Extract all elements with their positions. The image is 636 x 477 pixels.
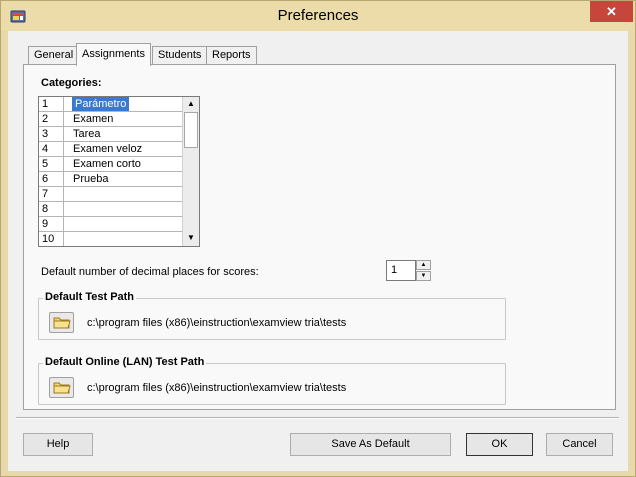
row-number: 10	[39, 232, 64, 246]
table-row[interactable]: 5 Examen corto	[39, 157, 184, 172]
help-button[interactable]: Help	[23, 433, 93, 456]
test-path-group: Default Test Path c:\program files (x86)…	[38, 291, 506, 340]
row-number: 4	[39, 142, 64, 157]
categories-label: Categories:	[41, 77, 102, 89]
row-number: 3	[39, 127, 64, 142]
spin-up-icon[interactable]: ▲	[416, 260, 431, 270]
table-row[interactable]: 10	[39, 232, 184, 246]
button-separator	[16, 417, 619, 419]
category-name-cell[interactable]: Examen veloz	[73, 142, 142, 156]
row-number: 2	[39, 112, 64, 127]
tab-students[interactable]: Students	[152, 46, 208, 65]
test-path-title: Default Test Path	[43, 291, 137, 303]
table-row[interactable]: 1 Parámetro	[39, 97, 184, 112]
scroll-down-icon[interactable]: ▼	[183, 231, 199, 245]
decimal-places-spinner: ▲ ▼	[416, 260, 431, 281]
close-icon: ✕	[606, 4, 617, 19]
online-test-path-title: Default Online (LAN) Test Path	[43, 356, 207, 368]
spin-down-icon[interactable]: ▼	[416, 271, 431, 281]
categories-grid[interactable]: 1 Parámetro 2 Examen 3 Tarea 4 Examen ve…	[38, 96, 200, 247]
dialog-client-area: General Assignments Students Reports Cat…	[8, 31, 628, 471]
ok-button[interactable]: OK	[466, 433, 533, 456]
table-row[interactable]: 7	[39, 187, 184, 202]
row-number: 1	[39, 97, 64, 112]
window-title: Preferences	[277, 7, 359, 24]
category-name-cell[interactable]: Prueba	[73, 172, 108, 186]
category-name-cell[interactable]: Examen corto	[73, 157, 141, 171]
tab-assignments[interactable]: Assignments	[76, 43, 151, 66]
row-number: 6	[39, 172, 64, 187]
row-number: 9	[39, 217, 64, 232]
browse-online-path-button[interactable]	[49, 377, 74, 398]
tab-general[interactable]: General	[28, 46, 80, 65]
row-number: 8	[39, 202, 64, 217]
preferences-window: Preferences ✕ General Assignments Studen…	[0, 0, 636, 477]
cancel-button[interactable]: Cancel	[546, 433, 613, 456]
category-name-cell[interactable]: Parámetro	[72, 97, 130, 111]
decimal-places-input[interactable]: 1	[386, 260, 416, 281]
table-row[interactable]: 8	[39, 202, 184, 217]
assignments-panel: Categories: 1 Parámetro 2 Examen 3 Tarea…	[23, 64, 616, 410]
folder-icon	[53, 317, 71, 329]
save-as-default-button[interactable]: Save As Default	[290, 433, 451, 456]
close-button[interactable]: ✕	[590, 1, 633, 22]
table-row[interactable]: 3 Tarea	[39, 127, 184, 142]
row-number: 7	[39, 187, 64, 202]
online-test-path-value: c:\program files (x86)\einstruction\exam…	[87, 382, 347, 394]
category-name-cell[interactable]: Tarea	[73, 127, 101, 141]
category-name-cell[interactable]: Examen	[73, 112, 113, 126]
browse-test-path-button[interactable]	[49, 312, 74, 333]
scroll-up-icon[interactable]: ▲	[183, 97, 199, 111]
online-test-path-group: Default Online (LAN) Test Path c:\progra…	[38, 356, 506, 405]
table-row[interactable]: 9	[39, 217, 184, 232]
row-number: 5	[39, 157, 64, 172]
categories-scrollbar[interactable]: ▲ ▼	[182, 97, 199, 246]
title-bar: Preferences ✕	[1, 1, 635, 31]
table-row[interactable]: 2 Examen	[39, 112, 184, 127]
tab-reports[interactable]: Reports	[206, 46, 257, 65]
table-row[interactable]: 6 Prueba	[39, 172, 184, 187]
table-row[interactable]: 4 Examen veloz	[39, 142, 184, 157]
scrollbar-thumb[interactable]	[184, 112, 198, 148]
folder-icon	[53, 382, 71, 394]
test-path-value: c:\program files (x86)\einstruction\exam…	[87, 317, 347, 329]
decimal-places-label: Default number of decimal places for sco…	[41, 266, 259, 278]
